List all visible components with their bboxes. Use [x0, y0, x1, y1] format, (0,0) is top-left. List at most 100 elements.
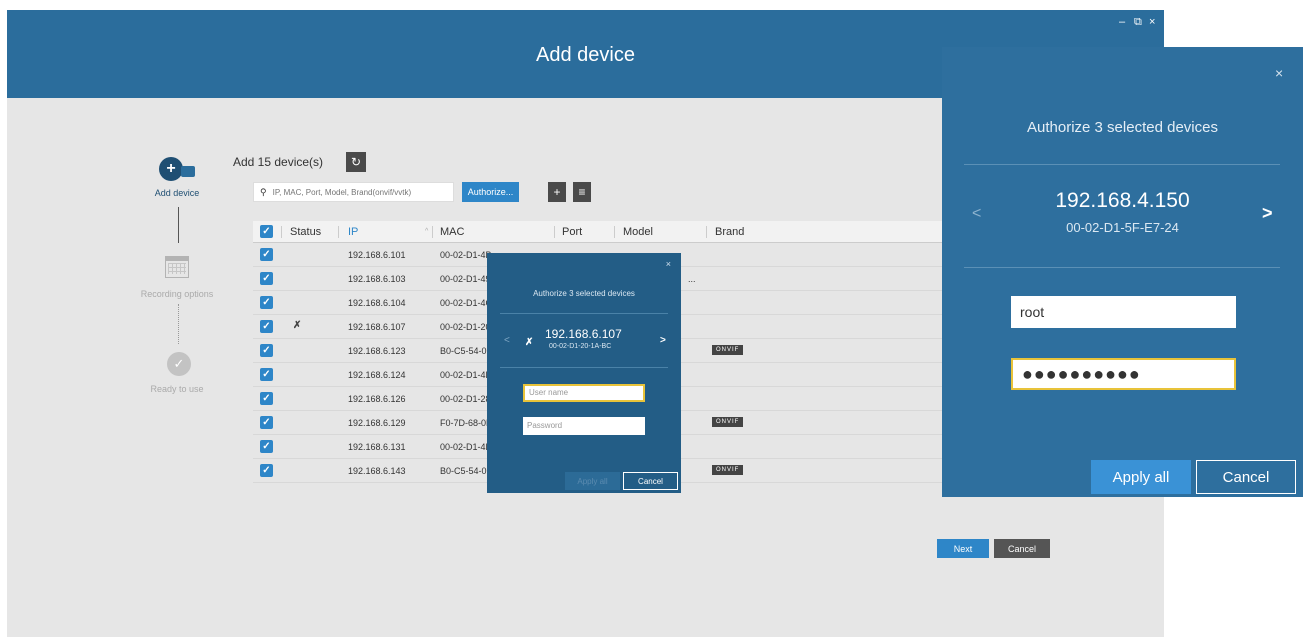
onvif-badge: ONVIF [712, 465, 744, 475]
row-checkbox[interactable]: ✓ [260, 296, 273, 309]
list-add-icon: ≡ [578, 185, 586, 199]
device-ip: 192.168.6.107 [545, 327, 622, 341]
refresh-button[interactable]: ↻ [346, 152, 366, 172]
plus-icon: + [553, 185, 561, 199]
device-ip: 192.168.4.150 [1055, 189, 1190, 212]
row-mac: F0-7D-68-0F [440, 418, 492, 428]
authorize-dialog-large: × Authorize 3 selected devices < 192.168… [942, 47, 1303, 497]
camera-icon [181, 166, 195, 177]
row-checkbox[interactable]: ✓ [260, 320, 273, 333]
restore-button[interactable]: ⧉ [1134, 16, 1142, 29]
column-separator [706, 226, 707, 238]
row-checkbox[interactable]: ✓ [260, 272, 273, 285]
row-mac: 00-02-D1-28 [440, 394, 491, 404]
next-device-icon[interactable]: > [660, 335, 666, 346]
onvif-badge: ONVIF [712, 417, 744, 427]
column-status[interactable]: Status [290, 226, 321, 238]
row-checkbox[interactable]: ✓ [260, 392, 273, 405]
onvif-badge: ONVIF [712, 345, 744, 355]
password-field[interactable]: Password [523, 417, 645, 435]
select-all-checkbox[interactable]: ✓ [260, 225, 273, 238]
row-checkbox[interactable]: ✓ [260, 440, 273, 453]
device-mac: 00-02-D1-5F-E7-24 [1066, 220, 1179, 235]
step-label-add-device: Add device [154, 188, 200, 198]
username-field[interactable]: root [1011, 296, 1236, 328]
row-model-truncated: ... [688, 274, 696, 284]
row-checkbox[interactable]: ✓ [260, 464, 273, 477]
unauthorized-status-icon: ✗ [293, 320, 302, 331]
row-mac: B0-C5-54-06 [440, 346, 492, 356]
password-field[interactable]: ●●●●●●●●●● [1011, 358, 1236, 390]
row-checkbox[interactable]: ✓ [260, 368, 273, 381]
row-ip: 192.168.6.101 [348, 250, 406, 260]
cancel-button[interactable]: Cancel [994, 539, 1050, 558]
row-mac: 00-02-D1-49 [440, 274, 491, 284]
row-ip: 192.168.6.104 [348, 298, 406, 308]
row-checkbox[interactable]: ✓ [260, 416, 273, 429]
step-label-ready-to-use: Ready to use [150, 384, 204, 394]
username-field[interactable]: User name [523, 384, 645, 402]
row-checkbox[interactable]: ✓ [260, 344, 273, 357]
unauthorized-icon: ✗ [525, 337, 534, 348]
search-input[interactable] [272, 187, 453, 197]
dialog-title: Authorize 3 selected devices [533, 289, 635, 298]
close-icon[interactable]: × [666, 259, 671, 269]
close-icon[interactable]: × [1275, 65, 1283, 81]
column-separator [338, 226, 339, 238]
column-brand[interactable]: Brand [715, 226, 744, 238]
cancel-dialog-button[interactable]: Cancel [1196, 460, 1296, 494]
column-port[interactable]: Port [562, 226, 582, 238]
row-ip: 192.168.6.131 [348, 442, 406, 452]
row-ip: 192.168.6.107 [348, 322, 406, 332]
row-mac: 00-02-D1-20 [440, 322, 491, 332]
row-mac: 00-02-D1-4B [440, 370, 492, 380]
divider [964, 267, 1280, 268]
device-mac: 00-02-D1-20-1A-BC [549, 343, 612, 350]
search-box[interactable]: ⚲ [253, 182, 454, 202]
divider [500, 313, 668, 314]
cancel-dialog-button[interactable]: Cancel [623, 472, 678, 490]
column-separator [554, 226, 555, 238]
divider [964, 164, 1280, 165]
row-ip: 192.168.6.126 [348, 394, 406, 404]
authorize-dialog-small: × Authorize 3 selected devices < ✗ 192.1… [487, 253, 681, 493]
step-connector [178, 207, 179, 243]
step-label-recording-options: Recording options [140, 289, 214, 299]
column-separator [614, 226, 615, 238]
next-device-icon[interactable]: > [1262, 203, 1273, 224]
refresh-icon: ↻ [350, 155, 362, 169]
check-circle-icon: ✓ [167, 352, 191, 376]
row-ip: 192.168.6.129 [348, 418, 406, 428]
authorize-button[interactable]: Authorize... [462, 182, 519, 202]
device-table-header: ✓ Status IP ^ MAC Port Model Brand [253, 221, 953, 243]
screen: Add device – ⧉ × + Add device Recording … [0, 0, 1303, 637]
column-ip[interactable]: IP [348, 226, 358, 238]
row-mac: 00-02-D1-4C [440, 298, 493, 308]
divider [500, 367, 668, 368]
next-button[interactable]: Next [937, 539, 989, 558]
row-ip: 192.168.6.103 [348, 274, 406, 284]
row-mac: B0-C5-54-06 [440, 466, 492, 476]
add-list-button[interactable]: ≡ [573, 182, 591, 202]
row-mac: 00-02-D1-4B [440, 442, 492, 452]
prev-device-icon[interactable]: < [504, 335, 510, 346]
device-count-label: Add 15 device(s) [233, 155, 324, 169]
add-manual-button[interactable]: + [548, 182, 566, 202]
row-ip: 192.168.6.124 [348, 370, 406, 380]
column-separator [432, 226, 433, 238]
minimize-button[interactable]: – [1119, 16, 1125, 28]
apply-all-button[interactable]: Apply all [565, 472, 620, 490]
search-icon: ⚲ [260, 186, 267, 197]
close-window-button[interactable]: × [1149, 16, 1155, 28]
dialog-title: Authorize 3 selected devices [1027, 119, 1218, 136]
calendar-icon [165, 256, 189, 278]
row-mac: 00-02-D1-4B [440, 250, 492, 260]
sort-arrow-icon: ^ [425, 228, 429, 235]
step-connector-dotted [178, 304, 179, 344]
row-checkbox[interactable]: ✓ [260, 248, 273, 261]
add-device-step-icon: + [159, 157, 183, 181]
column-separator [281, 226, 282, 238]
apply-all-button[interactable]: Apply all [1091, 460, 1191, 494]
column-model[interactable]: Model [623, 226, 653, 238]
column-mac[interactable]: MAC [440, 226, 464, 238]
